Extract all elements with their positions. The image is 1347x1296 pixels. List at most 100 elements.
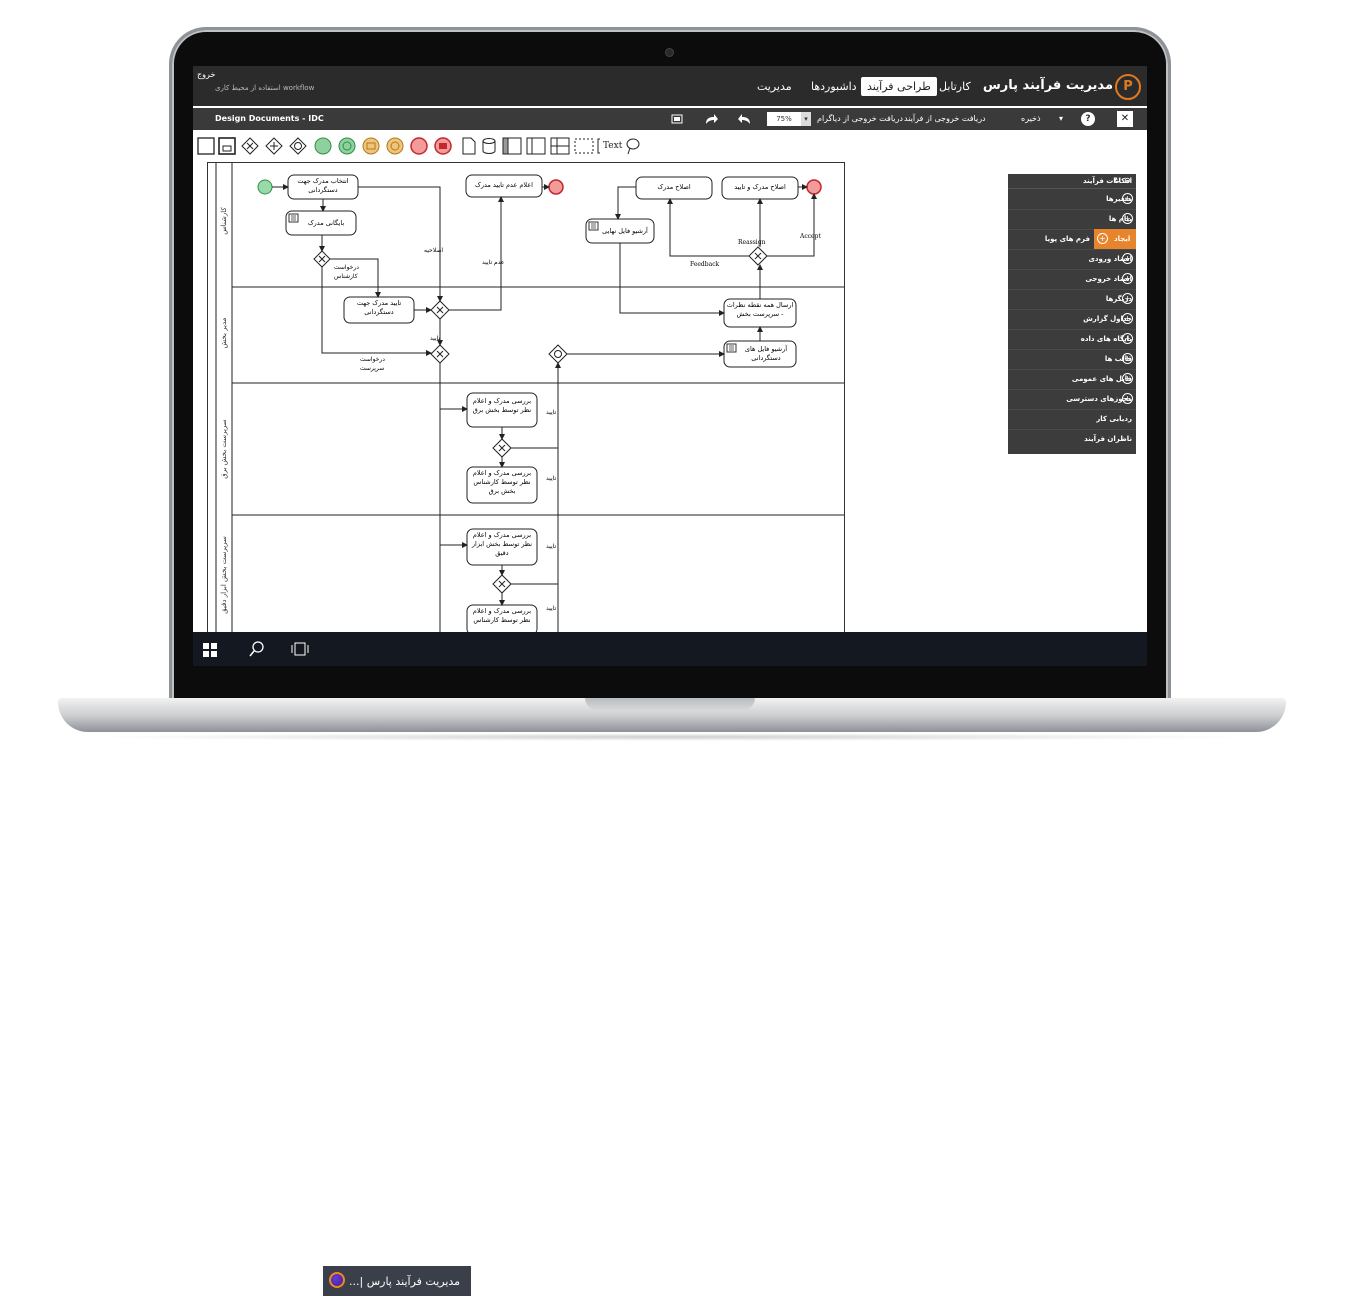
- undo-icon[interactable]: [737, 111, 753, 127]
- windows-start-icon[interactable]: [203, 642, 217, 657]
- group-tool-icon[interactable]: [574, 138, 594, 154]
- workspace-text: استفاده از محیط کاری workflow: [215, 84, 315, 92]
- add-icon[interactable]: +: [1122, 373, 1133, 384]
- nav-dashboards[interactable]: داشبوردها: [805, 77, 863, 96]
- webcam: [665, 48, 674, 57]
- timer-event-tool-icon[interactable]: [338, 137, 356, 155]
- flow-label: عدم تایید: [482, 259, 505, 266]
- exclusive-gateway[interactable]: [430, 344, 450, 364]
- task-label: بررسی مدرک و اعلام نظر توسط کارشناس: [472, 607, 532, 624]
- app-title: مدیریت فرآیند پارس: [982, 78, 1113, 93]
- flow-label: تایید: [430, 335, 441, 342]
- lane-label-expert: کارشناس: [220, 207, 228, 235]
- end-event-rejected[interactable]: [548, 179, 564, 195]
- lasso-tool-icon[interactable]: [626, 138, 640, 155]
- flow-label: تایید: [546, 409, 557, 416]
- nav-process-design[interactable]: طراحی فرآیند: [861, 77, 937, 96]
- add-icon[interactable]: +: [1122, 273, 1133, 284]
- script-icon: [588, 221, 599, 231]
- exclusive-gateway-tool-icon[interactable]: [241, 137, 259, 155]
- panel-item-report-tables[interactable]: جداول گزارش +: [1008, 309, 1136, 330]
- panel-item-public-files[interactable]: فایل های عمومی +: [1008, 369, 1136, 390]
- nav-inbox[interactable]: کارتابل: [933, 77, 977, 96]
- intermediate-event-tool-icon[interactable]: [386, 137, 404, 155]
- search-icon[interactable]: [249, 641, 265, 657]
- save-button[interactable]: ذخیره: [1021, 111, 1041, 127]
- parallel-gateway-tool-icon[interactable]: [265, 137, 283, 155]
- end-event-tool-icon[interactable]: [410, 137, 428, 155]
- start-event[interactable]: [257, 179, 273, 195]
- close-icon[interactable]: ✕: [1117, 111, 1133, 127]
- pool-tool-icon[interactable]: [197, 137, 215, 155]
- panel-header: امکانات فرآیند ↻ ⊖: [1008, 174, 1136, 189]
- panel-item-variables[interactable]: متغیرها +: [1008, 189, 1136, 210]
- end-message-event-tool-icon[interactable]: [434, 137, 452, 155]
- panel-item-messages[interactable]: پیام ها +: [1008, 209, 1136, 230]
- taskbar-app-firefox[interactable]: ...| مدیریت فرآیند پارس: [323, 1266, 471, 1296]
- exclusive-gateway[interactable]: [492, 438, 512, 458]
- script-icon: [288, 213, 299, 223]
- text-tool-icon[interactable]: [597, 138, 600, 154]
- panel-item-output-documents[interactable]: اسناد خروجی +: [1008, 269, 1136, 290]
- laptop-shadow: [80, 733, 1260, 741]
- add-icon[interactable]: +: [1122, 313, 1133, 324]
- exclusive-gateway[interactable]: [748, 246, 768, 266]
- top-navbar: خروج استفاده از محیط کاری workflow مدیری…: [193, 66, 1147, 106]
- start-event-tool-icon[interactable]: [314, 137, 332, 155]
- panel-item-input-documents[interactable]: اسناد ورودی +: [1008, 249, 1136, 270]
- add-icon[interactable]: +: [1122, 213, 1133, 224]
- document-tool-icon[interactable]: [462, 137, 476, 155]
- message-event-tool-icon[interactable]: [362, 137, 380, 155]
- collapse-icon[interactable]: ⊖: [1124, 176, 1131, 185]
- flow-label: درخواست سرپرست: [360, 356, 385, 372]
- zoom-select[interactable]: 75%: [767, 112, 801, 126]
- add-icon: +: [1097, 233, 1108, 244]
- help-icon[interactable]: ?: [1081, 112, 1095, 126]
- task-view-icon[interactable]: [291, 641, 309, 657]
- panel-item-triggers[interactable]: دریگرها +: [1008, 289, 1136, 310]
- panel-item-databases[interactable]: پایگاه های داده +: [1008, 329, 1136, 350]
- add-icon[interactable]: +: [1122, 353, 1133, 364]
- logout-link[interactable]: خروج: [197, 70, 215, 79]
- panel-item-supervisors[interactable]: ناظران فرآیند: [1008, 429, 1136, 449]
- create-button[interactable]: ایجاد +: [1094, 229, 1136, 249]
- redo-icon[interactable]: [703, 111, 719, 127]
- save-dropdown-icon[interactable]: ▾: [1059, 111, 1063, 127]
- panel-item-case-tracker[interactable]: ردیابی کار: [1008, 409, 1136, 430]
- exclusive-gateway[interactable]: [313, 250, 331, 268]
- database-tool-icon[interactable]: [482, 138, 496, 154]
- screen: خروج استفاده از محیط کاری workflow مدیری…: [193, 66, 1147, 666]
- task-label: بررسی مدرک و اعلام نظر توسط بخش ابزار دق…: [471, 531, 533, 557]
- end-event-accepted[interactable]: [806, 179, 822, 195]
- panel-item-dynaforms[interactable]: فرم های پویا ایجاد +: [1008, 229, 1136, 250]
- text-tool-label[interactable]: Text: [603, 141, 622, 151]
- exclusive-gateway[interactable]: [492, 574, 512, 594]
- diagram-canvas[interactable]: کارشناس مدیر بخش سرپرست بخش برق سرپرست ب…: [207, 162, 845, 634]
- task-label: بررسی مدرک و اعلام نظر توسط کارشناس بخش …: [472, 469, 532, 495]
- horizontal-lane-tool-icon[interactable]: [550, 137, 570, 155]
- export-diagram-button[interactable]: دریافت خروجی از دیاگرام: [817, 111, 903, 127]
- add-icon[interactable]: +: [1122, 193, 1133, 204]
- lane-tool-icon[interactable]: [502, 137, 522, 155]
- add-icon[interactable]: +: [1122, 393, 1133, 404]
- panel-item-templates[interactable]: قالب ها +: [1008, 349, 1136, 370]
- export-process-button[interactable]: دریافت خروجی از فرآیند: [904, 111, 986, 127]
- add-icon[interactable]: +: [1122, 293, 1133, 304]
- panel-item-permissions[interactable]: مجوزهای دسترسی +: [1008, 389, 1136, 410]
- flow-label: Reassign: [738, 239, 766, 246]
- script-icon: [726, 343, 737, 353]
- subprocess-tool-icon[interactable]: [218, 137, 236, 155]
- inclusive-gateway[interactable]: [548, 344, 568, 364]
- inclusive-gateway-tool-icon[interactable]: [289, 137, 307, 155]
- chevron-down-icon[interactable]: ▾: [801, 112, 811, 126]
- add-icon[interactable]: +: [1122, 333, 1133, 344]
- flow-label: Feedback: [690, 261, 720, 268]
- refresh-icon[interactable]: ↻: [1114, 176, 1121, 185]
- process-features-panel: امکانات فرآیند ↻ ⊖ متغیرها + پیام ها + فرم…: [1008, 174, 1136, 454]
- exclusive-gateway[interactable]: [430, 300, 450, 320]
- vertical-lane-tool-icon[interactable]: [526, 137, 546, 155]
- add-icon[interactable]: +: [1122, 253, 1133, 264]
- fit-screen-icon[interactable]: [669, 111, 685, 127]
- nav-management[interactable]: مدیریت: [751, 77, 798, 96]
- task-label: اعلام عدم تایید مدرک: [475, 181, 533, 189]
